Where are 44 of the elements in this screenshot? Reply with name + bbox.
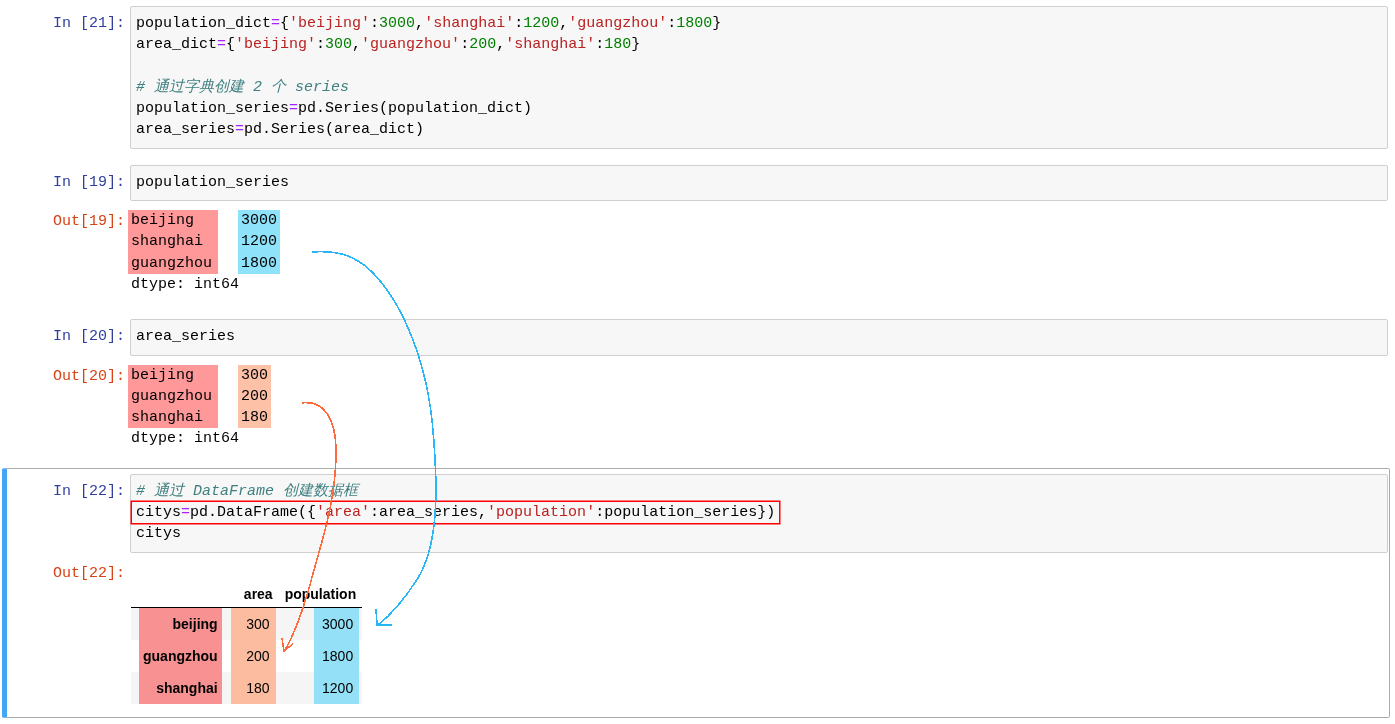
series-value: 180 — [238, 407, 271, 429]
code-line: area_series — [136, 327, 237, 348]
row-index: guangzhou — [139, 639, 222, 672]
code-line: population_series=pd.Series(population_dict) — [136, 99, 534, 120]
table-cell: 200 — [230, 639, 276, 672]
output-prompt: Out[20]: — [52, 366, 126, 387]
code-line: area_dict={'beijing':300,'guangzhou':200,'shanghai':180} — [136, 35, 642, 56]
series-value: 1800 — [238, 252, 280, 274]
output-prompt: Out[22]: — [52, 563, 126, 584]
notebook-cell[interactable]: In [19]: population_series Out[19]: beijing 3000 shanghai 1200 guangzhou 1800 dtype: int64 — [2, 158, 1390, 310]
series-value: 3000 — [238, 210, 280, 232]
series-value: 300 — [238, 364, 271, 386]
input-prompt: In [22]: — [52, 481, 126, 502]
output-prompt: Out[19]: — [52, 212, 126, 233]
table-cell: 300 — [230, 607, 276, 640]
table-cell: 1200 — [314, 671, 360, 704]
code-line: population_dict={'beijing':3000,'shanghai':1200,'guangzhou':1800} — [136, 14, 723, 34]
dtype-label: dtype: int64 — [131, 429, 241, 450]
table-cell: 3000 — [314, 607, 360, 640]
row-index: beijing — [139, 607, 222, 640]
code-line: # 通过字典创建 2 个 series — [136, 77, 351, 98]
input-prompt: In [20]: — [52, 327, 126, 348]
table-cell: 180 — [230, 671, 276, 704]
series-index: shanghai — [128, 407, 218, 429]
series-index: guangzhou — [128, 252, 218, 274]
dtype-label: dtype: int64 — [131, 274, 241, 295]
code-line: citys — [136, 524, 182, 545]
code-line: area_series=pd.Series(area_dict) — [136, 120, 426, 141]
table-cell: 1800 — [314, 639, 360, 672]
input-prompt: In [19]: — [52, 172, 126, 193]
series-index: guangzhou — [128, 385, 218, 408]
column-header: area — [224, 580, 279, 608]
code-input[interactable]: population_series — [130, 164, 1388, 202]
series-value: 1200 — [238, 231, 280, 253]
series-index: beijing — [128, 210, 218, 232]
code-input[interactable]: area_series — [130, 319, 1388, 356]
input-prompt: In [21]: — [52, 14, 126, 34]
series-value: 200 — [238, 385, 271, 408]
series-index: beijing — [128, 364, 218, 386]
code-line: population_series — [136, 172, 291, 193]
series-index: shanghai — [128, 231, 218, 253]
notebook-cell[interactable]: In [20]: area_series Out[20]: beijing 300 guangzhou 200 shanghai 180 dtype: int64 — [2, 313, 1390, 464]
row-index: shanghai — [139, 671, 222, 704]
code-input[interactable] — [130, 6, 1388, 149]
